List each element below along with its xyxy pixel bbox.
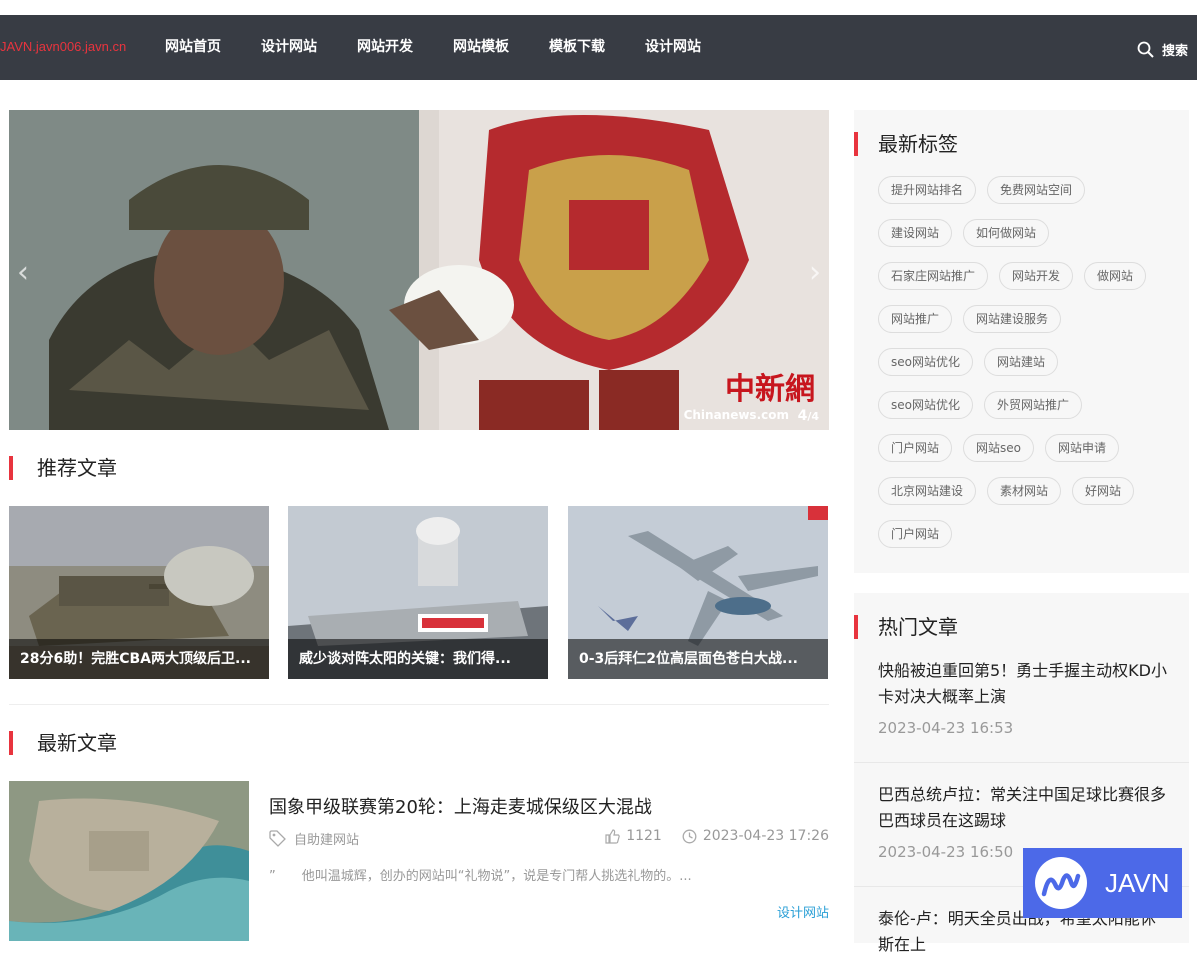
tag-chip[interactable]: 网站申请 (1045, 434, 1120, 462)
tag-chip[interactable]: 做网站 (1084, 262, 1147, 290)
javn-badge[interactable]: JAVN (1023, 848, 1182, 918)
thumbs-up-icon (605, 828, 620, 844)
tag-cloud: 提升网站排名 免费网站空间 建设网站 如何做网站 石家庄网站推广 网站开发 做网站 网站… (878, 176, 1178, 563)
search-icon (1137, 41, 1154, 58)
hot-separator (854, 762, 1189, 763)
recommended-cards: 28分6助！完胜CBA两大顶级后卫... 威少谈对阵太阳的关键：我们得... 0… (9, 506, 829, 679)
tags-title: 最新标签 (854, 132, 958, 156)
main-menu: 网站首页 设计网站 网站开发 网站模板 模板下载 设计网站 (145, 15, 721, 80)
tag-chip[interactable]: 素材网站 (987, 477, 1062, 505)
section-divider (9, 704, 829, 705)
javn-badge-label: JAVN (1105, 867, 1170, 898)
hero-slider[interactable]: ‹ › 中新網 Chinanews.com 4/4 (9, 110, 829, 430)
tag-chip[interactable]: 网站建设服务 (963, 305, 1062, 333)
tag-chip[interactable]: 外贸网站推广 (983, 391, 1082, 419)
article-image (9, 781, 249, 941)
site-logo[interactable]: JAVN.javn006.javn.cn (0, 39, 126, 54)
hot-title: 热门文章 (854, 615, 958, 639)
javn-logo-icon (1035, 857, 1087, 909)
tag-chip[interactable]: 好网站 (1072, 477, 1135, 505)
tag-chip[interactable]: 门户网站 (878, 520, 953, 548)
tag-chip[interactable]: 石家庄网站推广 (878, 262, 989, 290)
article-title[interactable]: 国象甲级联赛第20轮：上海走麦城保级区大混战 (269, 793, 652, 819)
slider-next-button[interactable]: › (809, 255, 821, 290)
tag-icon (269, 830, 286, 847)
nav-item-site-dev[interactable]: 网站开发 (337, 15, 433, 80)
hot-article-date: 2023-04-23 16:53 (878, 719, 1014, 737)
tag-chip[interactable]: 门户网站 (878, 434, 953, 462)
recommended-card[interactable]: 威少谈对阵太阳的关键：我们得... (288, 506, 548, 679)
tag-chip[interactable]: seo网站优化 (878, 348, 973, 376)
tag-chip[interactable]: 建设网站 (878, 219, 953, 247)
latest-title: 最新文章 (9, 731, 117, 755)
tag-chip[interactable]: 如何做网站 (963, 219, 1050, 247)
recommended-card[interactable]: 28分6助！完胜CBA两大顶级后卫... (9, 506, 269, 679)
tag-chip[interactable]: 网站seo (963, 434, 1034, 462)
search-label: 搜索 (1161, 44, 1188, 59)
article-likes: 1121 (605, 828, 662, 844)
article-excerpt: ” 他叫温城辉，创办的网站叫“礼物说”，说是专门帮人挑选礼物的。... (269, 869, 692, 884)
nav-item-template-download[interactable]: 模板下载 (529, 15, 625, 80)
slider-image (9, 110, 829, 430)
tag-chip[interactable]: 免费网站空间 (987, 176, 1086, 204)
tag-chip[interactable]: 网站开发 (999, 262, 1074, 290)
slider-counter: 4/4 (798, 408, 819, 424)
slider-prev-button[interactable]: ‹ (17, 255, 29, 290)
article-datetime: 2023-04-23 17:26 (702, 828, 829, 844)
sidebar-tags-panel: 最新标签 提升网站排名 免费网站空间 建设网站 如何做网站 石家庄网站推广 网站开发做… (854, 110, 1189, 573)
top-navbar: JAVN.javn006.javn.cn 网站首页 设计网站 网站开发 网站模板… (0, 15, 1197, 80)
slider-total: /4 (807, 410, 819, 423)
article-meta: 1121 2023-04-23 17:26 (605, 828, 829, 844)
article-tag-label: 自助建网站 (294, 833, 360, 848)
hot-article-title[interactable]: 快船被迫重回第5！勇士手握主动权KD小卡对决大概率上演 (878, 658, 1168, 710)
tag-chip[interactable]: 网站推广 (878, 305, 953, 333)
slider-watermark: 中新網 (725, 372, 815, 407)
article-thumbnail[interactable] (9, 781, 249, 941)
hot-article[interactable]: 快船被迫重回第5！勇士手握主动权KD小卡对决大概率上演 2023-04-23 1… (878, 658, 1168, 737)
tag-chip[interactable]: seo网站优化 (878, 391, 973, 419)
article-likes-count: 1121 (626, 828, 662, 844)
clock-icon (682, 829, 697, 843)
nav-item-design-site[interactable]: 设计网站 (241, 15, 337, 80)
nav-item-templates[interactable]: 网站模板 (433, 15, 529, 80)
card-caption: 威少谈对阵太阳的关键：我们得... (288, 639, 548, 679)
search-button[interactable]: 搜索 (1137, 40, 1188, 59)
hot-article-title[interactable]: 巴西总统卢拉：常关注中国足球比赛很多巴西球员在这踢球 (878, 782, 1168, 834)
card-caption: 28分6助！完胜CBA两大顶级后卫... (9, 639, 269, 679)
tag-chip[interactable]: 网站建站 (983, 348, 1058, 376)
card-caption: 0-3后拜仁2位高层面色苍白大战... (568, 639, 828, 679)
recommended-card[interactable]: 0-3后拜仁2位高层面色苍白大战... (568, 506, 828, 679)
slider-current: 4 (797, 408, 808, 424)
latest-article: 国象甲级联赛第20轮：上海走麦城保级区大混战 自助建网站 1121 2023-0… (9, 781, 829, 943)
tag-chip[interactable]: 提升网站排名 (878, 176, 977, 204)
article-time: 2023-04-23 17:26 (682, 828, 829, 844)
article-category-link[interactable]: 设计网站 (777, 902, 829, 921)
tag-chip[interactable]: 北京网站建设 (878, 477, 977, 505)
slider-watermark-site: Chinanews.com (683, 408, 789, 422)
nav-item-design-site-2[interactable]: 设计网站 (625, 15, 721, 80)
recommended-title: 推荐文章 (9, 456, 117, 480)
article-tag[interactable]: 自助建网站 (269, 829, 359, 848)
nav-item-home[interactable]: 网站首页 (145, 15, 241, 80)
